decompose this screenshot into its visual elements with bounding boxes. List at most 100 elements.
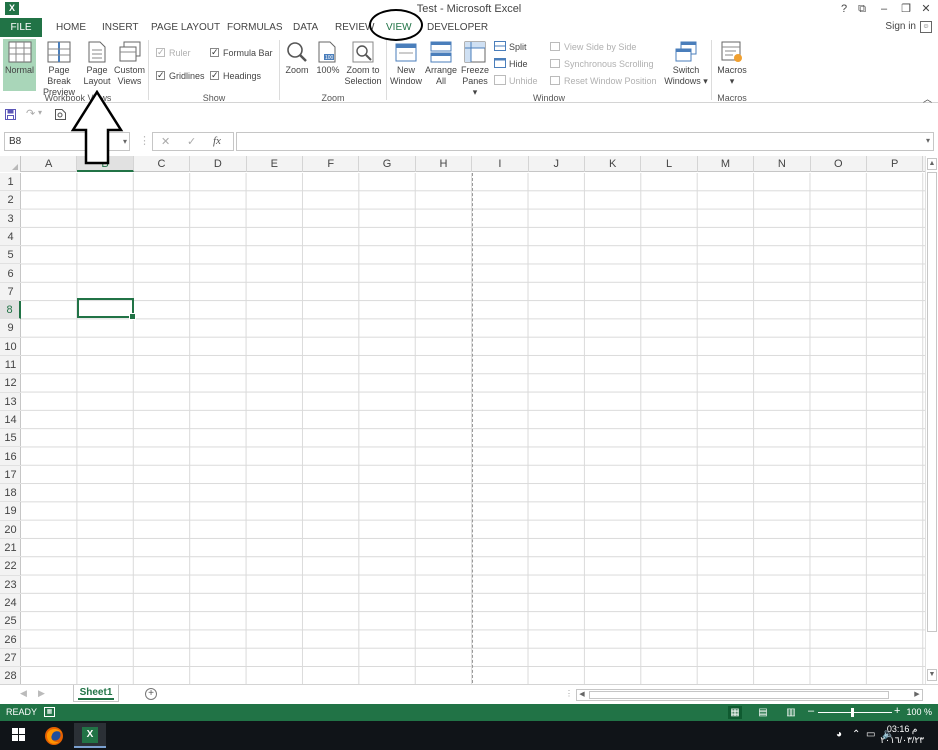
normal-view-status-icon[interactable]: ▦	[728, 706, 742, 719]
row-header-26[interactable]: 26	[0, 631, 21, 649]
column-header-m[interactable]: M	[698, 156, 755, 172]
row-header-22[interactable]: 22	[0, 557, 21, 576]
new-window-button[interactable]: New Window	[389, 39, 423, 91]
column-header-o[interactable]: O	[811, 156, 867, 172]
zoom-slider-track[interactable]	[818, 712, 892, 713]
tab-home[interactable]: HOME	[56, 18, 86, 37]
scroll-down-icon[interactable]: ▼	[927, 669, 937, 681]
tab-split-handle-icon[interactable]: ⋮	[565, 689, 573, 698]
page-layout-view-button[interactable]: Page Layout	[83, 39, 111, 91]
page-layout-status-icon[interactable]: ▤	[756, 706, 770, 719]
freeze-panes-button[interactable]: Freeze Panes ▾	[459, 39, 491, 97]
redo-icon[interactable]: ↷	[26, 107, 35, 120]
row-header-14[interactable]: 14	[0, 411, 21, 430]
vertical-scroll-thumb[interactable]	[927, 172, 937, 632]
firefox-taskbar-icon[interactable]	[38, 723, 70, 748]
sign-in-link[interactable]: Sign in	[885, 21, 916, 32]
row-header-3[interactable]: 3	[0, 210, 21, 228]
custom-views-button[interactable]: Custom Views	[113, 39, 146, 91]
row-header-13[interactable]: 13	[0, 393, 21, 411]
taskbar-clock[interactable]: 03:16 م ٢٠١٦/٠٣/٢٣	[880, 724, 924, 746]
display-icon[interactable]: ▭	[866, 729, 875, 740]
column-header-c[interactable]: C	[134, 156, 191, 172]
scroll-right-icon[interactable]: ▶	[912, 690, 922, 700]
row-header-19[interactable]: 19	[0, 502, 21, 521]
column-header-n[interactable]: N	[754, 156, 811, 172]
help-button[interactable]: ?	[834, 1, 854, 17]
row-header-27[interactable]: 27	[0, 649, 21, 668]
row-header-1[interactable]: 1	[0, 173, 21, 192]
column-header-l[interactable]: L	[641, 156, 698, 172]
zoom-level[interactable]: 100 %	[906, 707, 932, 717]
cells-area[interactable]	[21, 173, 925, 684]
split-button[interactable]: Split	[494, 41, 527, 53]
column-header-p[interactable]: P	[867, 156, 924, 172]
hide-button[interactable]: Hide	[494, 58, 528, 70]
tab-data[interactable]: DATA	[293, 18, 318, 37]
row-header-24[interactable]: 24	[0, 594, 21, 613]
row-header-11[interactable]: 11	[0, 356, 21, 375]
column-header-j[interactable]: J	[529, 156, 585, 172]
scroll-up-icon[interactable]: ▲	[927, 158, 937, 170]
column-header-g[interactable]: G	[359, 156, 416, 172]
excel-taskbar-icon[interactable]: X	[74, 723, 106, 748]
row-header-18[interactable]: 18	[0, 484, 21, 503]
row-header-4[interactable]: 4	[0, 228, 21, 247]
row-header-23[interactable]: 23	[0, 576, 21, 594]
next-sheet-icon[interactable]: ▶	[38, 688, 45, 699]
tab-page-layout[interactable]: PAGE LAYOUT	[151, 18, 220, 37]
row-header-15[interactable]: 15	[0, 429, 21, 448]
previous-sheet-icon[interactable]: ◀	[20, 688, 27, 699]
macro-recording-icon[interactable]: ▦	[44, 707, 55, 717]
redo-dropdown-icon[interactable]: ▾	[38, 108, 42, 117]
row-header-2[interactable]: 2	[0, 191, 21, 210]
formula-bar-checkbox[interactable]: Formula Bar	[210, 46, 273, 59]
column-header-f[interactable]: F	[303, 156, 360, 172]
column-header-k[interactable]: K	[585, 156, 642, 172]
expand-formula-bar-icon[interactable]: ▾	[926, 136, 930, 145]
formula-input[interactable]: ▾	[236, 132, 934, 151]
headings-checkbox[interactable]: Headings	[210, 69, 261, 82]
save-icon[interactable]	[5, 109, 16, 120]
macros-button[interactable]: Macros ▾	[714, 39, 750, 91]
row-header-28[interactable]: 28	[0, 667, 21, 684]
ribbon-display-options-button[interactable]: ⧉	[852, 1, 872, 17]
tab-file[interactable]: FILE	[0, 18, 42, 37]
row-header-21[interactable]: 21	[0, 539, 21, 558]
row-header-16[interactable]: 16	[0, 448, 21, 466]
account-icon[interactable]: ☺	[920, 21, 932, 33]
row-header-9[interactable]: 9	[0, 319, 21, 338]
column-header-h[interactable]: H	[416, 156, 473, 172]
zoom-to-selection-button[interactable]: Zoom to Selection	[344, 39, 382, 91]
normal-view-button[interactable]: Normal	[3, 39, 36, 91]
page-break-preview-button[interactable]: Page Break Preview	[37, 39, 81, 97]
row-header-12[interactable]: 12	[0, 374, 21, 393]
switch-windows-button[interactable]: Switch Windows ▾	[664, 39, 708, 91]
row-header-10[interactable]: 10	[0, 338, 21, 356]
column-header-i[interactable]: I	[472, 156, 529, 172]
network-globe-icon[interactable]: ◕	[836, 729, 842, 740]
insert-function-icon[interactable]: fx	[213, 135, 221, 147]
arrange-all-button[interactable]: Arrange All	[424, 39, 458, 91]
vertical-scrollbar[interactable]: ▲ ▼	[925, 156, 938, 684]
tab-insert[interactable]: INSERT	[102, 18, 139, 37]
select-all-button[interactable]	[0, 156, 21, 172]
restore-button[interactable]: ❐	[896, 1, 916, 17]
scroll-left-icon[interactable]: ◀	[577, 690, 587, 700]
gridlines-checkbox[interactable]: Gridlines	[156, 69, 205, 82]
row-header-7[interactable]: 7	[0, 283, 21, 302]
row-header-20[interactable]: 20	[0, 521, 21, 539]
tray-expand-icon[interactable]: ⌃	[852, 729, 860, 740]
sheet-tab-sheet1[interactable]: Sheet1	[73, 685, 119, 702]
horizontal-scroll-thumb[interactable]	[589, 691, 889, 699]
add-sheet-icon[interactable]: +	[145, 688, 157, 700]
tab-formulas[interactable]: FORMULAS	[227, 18, 283, 37]
zoom-button[interactable]: Zoom	[284, 39, 310, 91]
zoom-100-button[interactable]: 100 100%	[314, 39, 342, 91]
windows-start-icon[interactable]	[12, 728, 26, 742]
active-cell[interactable]	[77, 298, 136, 320]
zoom-in-button[interactable]: +	[894, 705, 900, 717]
close-button[interactable]: ✕	[916, 1, 936, 17]
minimize-button[interactable]: –	[874, 1, 894, 17]
zoom-slider-thumb[interactable]	[851, 708, 854, 717]
